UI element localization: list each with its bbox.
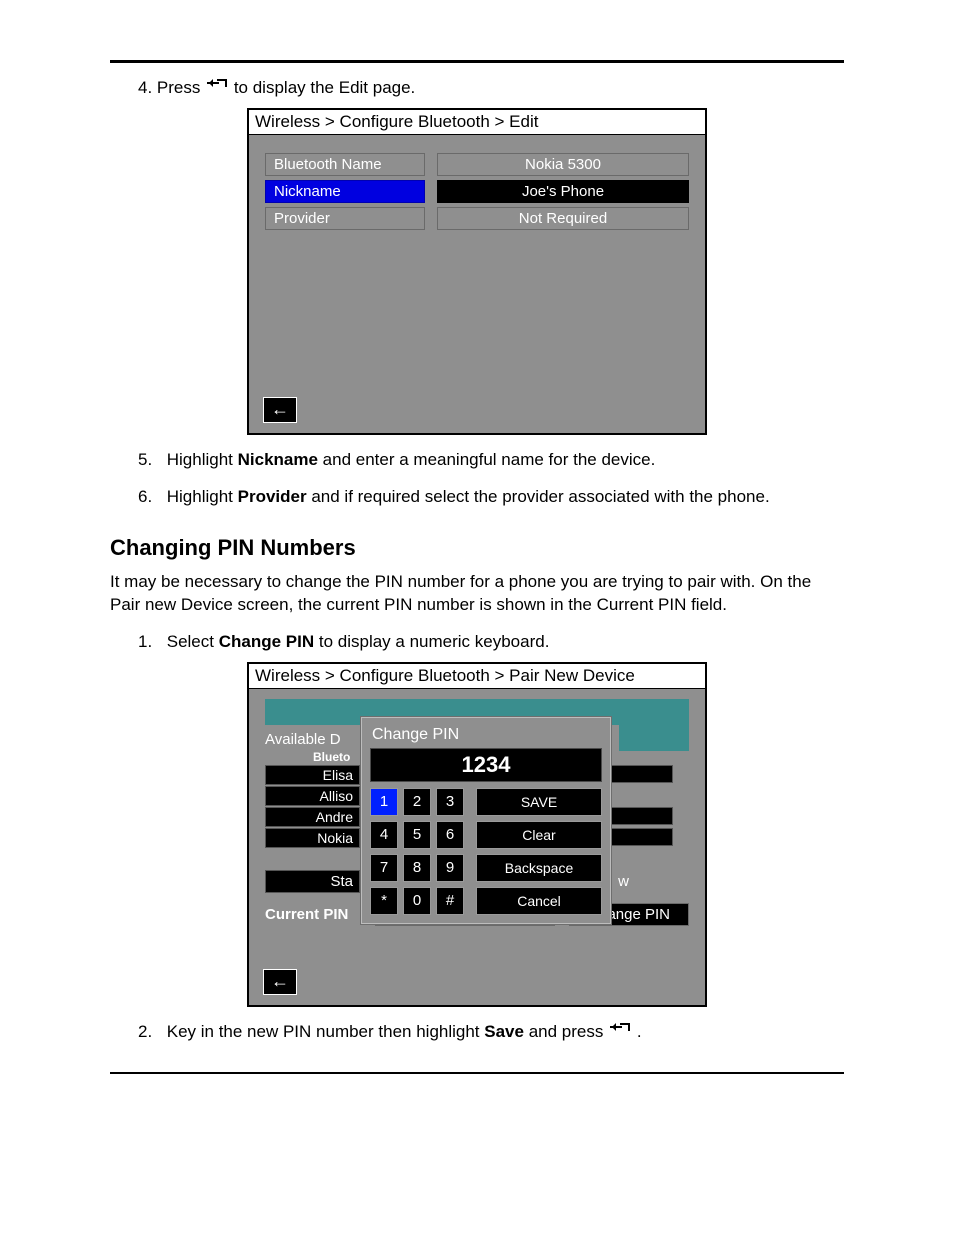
pin-step-1: 1. Select Change PIN to display a numeri… [138,631,844,654]
device-extra-0 [611,765,673,783]
back-button-2[interactable]: ← [263,969,297,995]
device-1[interactable]: Alliso [265,786,360,806]
step-4-b: to display the Edit page. [234,78,415,97]
w-tail: w [618,873,629,890]
save-button[interactable]: SAVE [476,788,602,816]
label-nickname: Nickname [265,180,425,203]
row-nickname[interactable]: Nickname Joe's Phone [265,180,689,203]
key-1[interactable]: 1 [370,788,398,816]
device-0[interactable]: Elisa [265,765,360,785]
key-0[interactable]: 0 [403,887,431,915]
teal-right [619,725,689,751]
key-4[interactable]: 4 [370,821,398,849]
device-extra-1 [611,807,673,825]
start-button[interactable]: Sta [265,870,360,893]
post-step-2: 2. Key in the new PIN number then highli… [138,1021,844,1044]
key-hash[interactable]: # [436,887,464,915]
step-6: 6. Highlight Provider and if required se… [138,486,844,509]
key-7[interactable]: 7 [370,854,398,882]
value-provider: Not Required [437,207,689,230]
device-extra-2 [611,828,673,846]
keypad-modal: Change PIN 1234 1 2 3 4 5 6 7 8 9 * 0 [361,717,611,924]
clear-button[interactable]: Clear [476,821,602,849]
pin-label: Current PIN [265,906,361,923]
screenshot-pair: Wireless > Configure Bluetooth > Pair Ne… [247,662,707,1007]
value-nickname: Joe's Phone [437,180,689,203]
top-rule [110,60,844,63]
section-intro: It may be necessary to change the PIN nu… [110,571,844,617]
row-provider[interactable]: Provider Not Required [265,207,689,230]
keypad-left: 1 2 3 4 5 6 7 8 9 * 0 # [370,788,464,915]
key-3[interactable]: 3 [436,788,464,816]
row-bluetooth-name[interactable]: Bluetooth Name Nokia 5300 [265,153,689,176]
modal-title: Change PIN [372,726,602,744]
key-6[interactable]: 6 [436,821,464,849]
device-3[interactable]: Nokia [265,828,360,848]
step-5: 5. Highlight Nickname and enter a meanin… [138,449,844,472]
enter-icon-2 [610,1023,630,1037]
document-page: 4. Press to display the Edit page. Wirel… [0,0,954,1134]
cancel-button[interactable]: Cancel [476,887,602,915]
label-bluetooth-name: Bluetooth Name [265,153,425,176]
section-heading: Changing PIN Numbers [110,535,844,561]
key-5[interactable]: 5 [403,821,431,849]
breadcrumb: Wireless > Configure Bluetooth > Edit [249,110,705,135]
key-8[interactable]: 8 [403,854,431,882]
device-2[interactable]: Andre [265,807,360,827]
breadcrumb-2: Wireless > Configure Bluetooth > Pair Ne… [249,664,705,689]
key-star[interactable]: * [370,887,398,915]
step-4: 4. Press to display the Edit page. [138,77,844,100]
bottom-rule [110,1072,844,1074]
step-4-a: 4. Press [138,78,205,97]
key-2[interactable]: 2 [403,788,431,816]
back-button[interactable]: ← [263,397,297,423]
value-bluetooth-name: Nokia 5300 [437,153,689,176]
screenshot-edit: Wireless > Configure Bluetooth > Edit Bl… [247,108,707,435]
modal-display: 1234 [370,748,602,782]
backspace-button[interactable]: Backspace [476,854,602,882]
enter-icon [207,79,227,93]
key-9[interactable]: 9 [436,854,464,882]
keypad-right: SAVE Clear Backspace Cancel [476,788,602,915]
label-provider: Provider [265,207,425,230]
